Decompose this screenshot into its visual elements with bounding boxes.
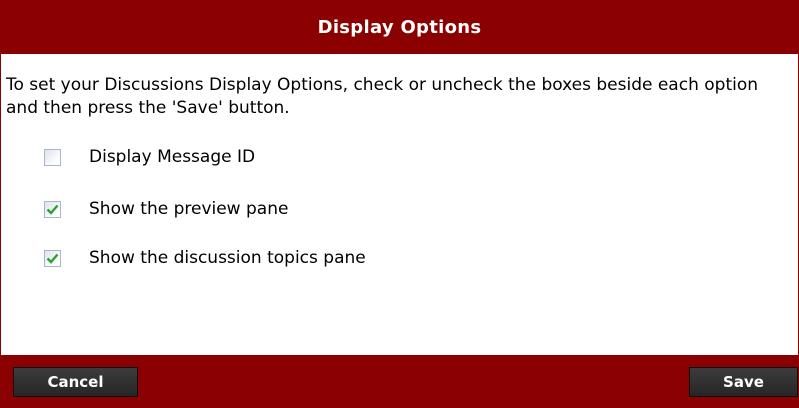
dialog-title: Display Options xyxy=(317,17,482,38)
cancel-button[interactable]: Cancel xyxy=(13,367,138,397)
dialog-footer: Cancel Save xyxy=(1,355,798,407)
show-preview-pane-checkbox[interactable] xyxy=(44,200,61,218)
instructions-text: To set your Discussions Display Options,… xyxy=(6,75,759,118)
option-label: Show the preview pane xyxy=(89,199,289,219)
option-display-message-id[interactable]: Display Message ID xyxy=(44,144,255,170)
checkmark-icon xyxy=(46,253,59,264)
option-show-discussion-topics-pane[interactable]: Show the discussion topics pane xyxy=(44,245,366,271)
dialog-title-bar: Display Options xyxy=(1,1,798,54)
display-options-dialog: Display Options To set your Discussions … xyxy=(0,0,799,408)
option-show-preview-pane[interactable]: Show the preview pane xyxy=(44,196,288,222)
option-label: Display Message ID xyxy=(89,147,256,167)
option-label: Show the discussion topics pane xyxy=(89,248,366,268)
display-message-id-checkbox[interactable] xyxy=(44,148,61,166)
save-button[interactable]: Save xyxy=(689,367,798,397)
show-discussion-topics-pane-checkbox[interactable] xyxy=(44,249,61,267)
checkmark-icon xyxy=(46,204,59,215)
